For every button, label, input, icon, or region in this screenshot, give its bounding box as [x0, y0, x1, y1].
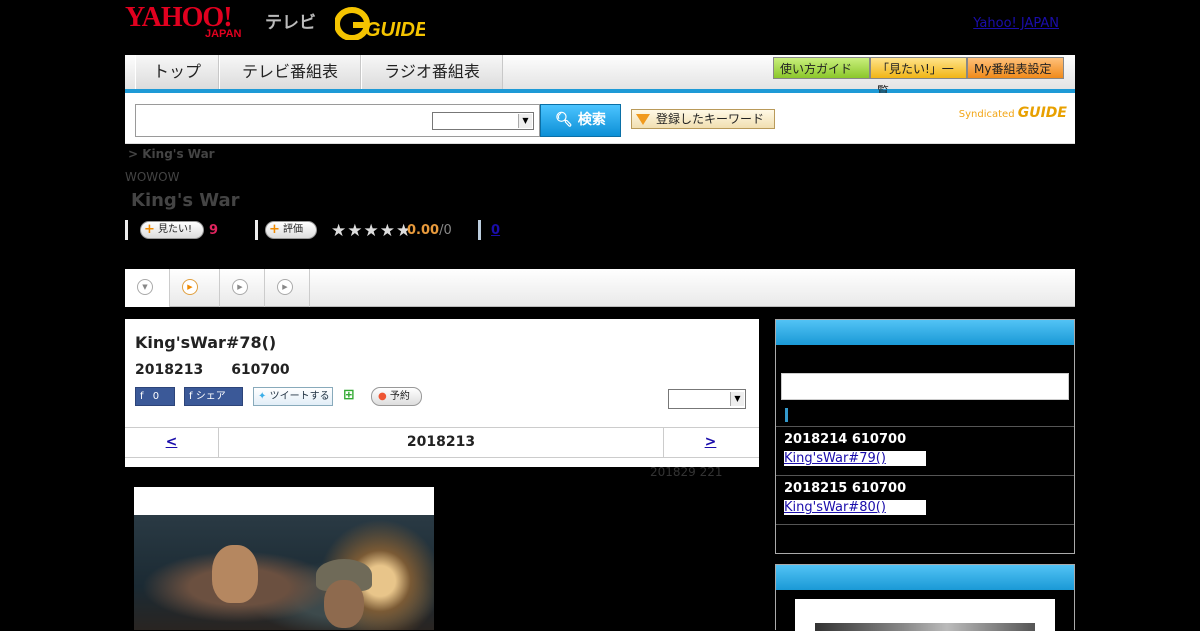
plus-icon: + — [269, 222, 280, 237]
search-category-select[interactable]: ▼ — [432, 112, 534, 130]
triangle-down-icon — [636, 114, 650, 125]
list-footer — [776, 524, 1074, 554]
subtab-1[interactable]: ▼ — [125, 269, 170, 307]
japan-logo: JAPAN — [205, 28, 242, 40]
episode-pager: < 2018213 > — [125, 427, 759, 458]
tab-top[interactable]: トップ — [135, 55, 219, 89]
rating-score-count: /0 — [439, 223, 452, 238]
upcoming-date: 2018214 610700 — [784, 432, 907, 447]
tweet-label: ツイートする — [269, 391, 330, 402]
rate-label: 評価 — [283, 224, 303, 235]
upcoming-link[interactable]: King'sWar#80() — [784, 500, 926, 515]
gguide-logo[interactable]: GUIDE — [335, 6, 425, 40]
section-marker — [785, 408, 788, 422]
reserve-label: 予約 — [389, 391, 410, 402]
review-count-link[interactable]: 0 — [491, 223, 500, 238]
usage-guide-button[interactable]: 使い方ガイド — [773, 57, 870, 79]
rating-row: + 見たい! 9 + 評価 ★★★★★ 0.00/0 0 — [125, 220, 625, 242]
chevron-down-icon: ▼ — [730, 392, 744, 406]
my-schedule-settings-button[interactable]: My番組表設定 — [967, 57, 1064, 79]
syndicated-brand: GUIDE — [1017, 105, 1067, 121]
list-item: 2018214 610700 King'sWar#79() — [776, 426, 1074, 475]
divider — [478, 220, 481, 240]
reserve-button[interactable]: ● 予約 — [371, 387, 422, 406]
subtab-3[interactable]: ▶ — [220, 269, 265, 307]
panel-image — [795, 599, 1055, 631]
upcoming-date: 2018215 610700 — [784, 481, 907, 496]
registered-keyword-button[interactable]: 登録したキーワード — [631, 109, 775, 129]
facebook-icon: f — [140, 391, 144, 402]
updated-timestamp: 201829 221 — [650, 465, 723, 479]
subtab-2[interactable]: ▶ — [170, 269, 220, 307]
pager-date: 2018213 — [406, 434, 476, 450]
plus-icon: + — [144, 222, 155, 237]
facebook-count: 0 — [152, 391, 160, 402]
gguide-logo-text: GUIDE — [365, 19, 425, 40]
chevron-down-icon: ▼ — [137, 279, 153, 295]
search-icon: 🔍︎ — [555, 112, 573, 128]
rating-score-value: 0.00 — [407, 223, 440, 238]
play-icon: ▶ — [232, 279, 248, 295]
list-item: 2018215 610700 King'sWar#80() — [776, 475, 1074, 524]
rating-stars: ★★★★★ — [331, 221, 413, 241]
secondary-panel — [775, 564, 1075, 631]
play-icon: ▶ — [182, 279, 198, 295]
panel-header — [776, 320, 1074, 345]
tab-radio-schedule[interactable]: ラジオ番組表 — [361, 55, 503, 89]
rate-button[interactable]: + 評価 — [265, 221, 317, 239]
want-label: 見たい! — [158, 224, 193, 235]
breadcrumb: > King's War — [128, 147, 215, 161]
panel-header — [776, 565, 1074, 590]
syndicated-label: Syndicated — [958, 109, 1015, 120]
syndicated-logo: Syndicated GUIDE — [959, 105, 1067, 121]
panel-field — [781, 373, 1069, 400]
facebook-share-label: シェア — [195, 391, 226, 402]
rating-score: 0.00/0 — [407, 223, 452, 238]
registered-keyword-label: 登録したキーワード — [656, 112, 765, 126]
facebook-icon: f — [189, 391, 193, 402]
search-button-label: 検索 — [577, 112, 606, 128]
tv-label[interactable]: テレビ — [265, 8, 316, 33]
episode-card: King'sWar#78() 2018213 610700 f 0 f シェア … — [125, 319, 759, 467]
episode-scene — [134, 515, 434, 630]
upcoming-list: 2018214 610700 King'sWar#79() 2018215 61… — [776, 426, 1074, 554]
upcoming-episodes-panel: 2018214 610700 King'sWar#79() 2018215 61… — [775, 319, 1075, 554]
upcoming-link[interactable]: King'sWar#79() — [784, 451, 926, 466]
play-icon: ▶ — [277, 279, 293, 295]
episode-select[interactable]: ▼ — [668, 389, 746, 409]
facebook-share-button[interactable]: f シェア — [184, 387, 243, 406]
prev-episode-link[interactable]: < — [125, 428, 219, 457]
want-list-button[interactable]: 「見たい!」一覧 — [870, 57, 967, 98]
station-name: WOWOW — [125, 170, 180, 184]
divider — [125, 220, 128, 240]
scene-face — [324, 580, 364, 628]
episode-title: King'sWar#78() — [135, 333, 277, 352]
tab-tv-schedule[interactable]: テレビ番組表 — [219, 55, 361, 89]
want-count: 9 — [209, 223, 219, 238]
sub-tab-strip: ▼ ▶ ▶ ▶ — [125, 269, 1075, 307]
want-button[interactable]: + 見たい! — [140, 221, 204, 239]
next-episode-link[interactable]: > — [663, 428, 757, 457]
record-icon: ● — [378, 391, 387, 402]
scene-face — [212, 545, 258, 603]
yahoo-japan-link[interactable]: Yahoo! JAPAN — [973, 16, 1059, 31]
add-calendar-icon[interactable]: ⊞ — [343, 387, 359, 406]
twitter-icon: ✦ — [258, 391, 267, 402]
program-title: King's War — [131, 190, 240, 211]
main-navbar: トップ テレビ番組表 ラジオ番組表 使い方ガイド 「見たい!」一覧 My番組表設… — [125, 55, 1075, 98]
episode-date: 2018213 610700 — [135, 362, 290, 378]
chevron-down-icon: ▼ — [518, 114, 532, 128]
facebook-like-button[interactable]: f 0 — [135, 387, 175, 406]
tweet-button[interactable]: ✦ ツイートする — [253, 387, 333, 406]
episode-image — [134, 487, 434, 630]
subtab-4[interactable]: ▶ — [265, 269, 310, 307]
search-button[interactable]: 🔍︎ 検索 — [540, 104, 621, 137]
divider — [255, 220, 258, 240]
search-bar: ▼ 🔍︎ 検索 登録したキーワード Syndicated GUIDE — [125, 93, 1075, 144]
